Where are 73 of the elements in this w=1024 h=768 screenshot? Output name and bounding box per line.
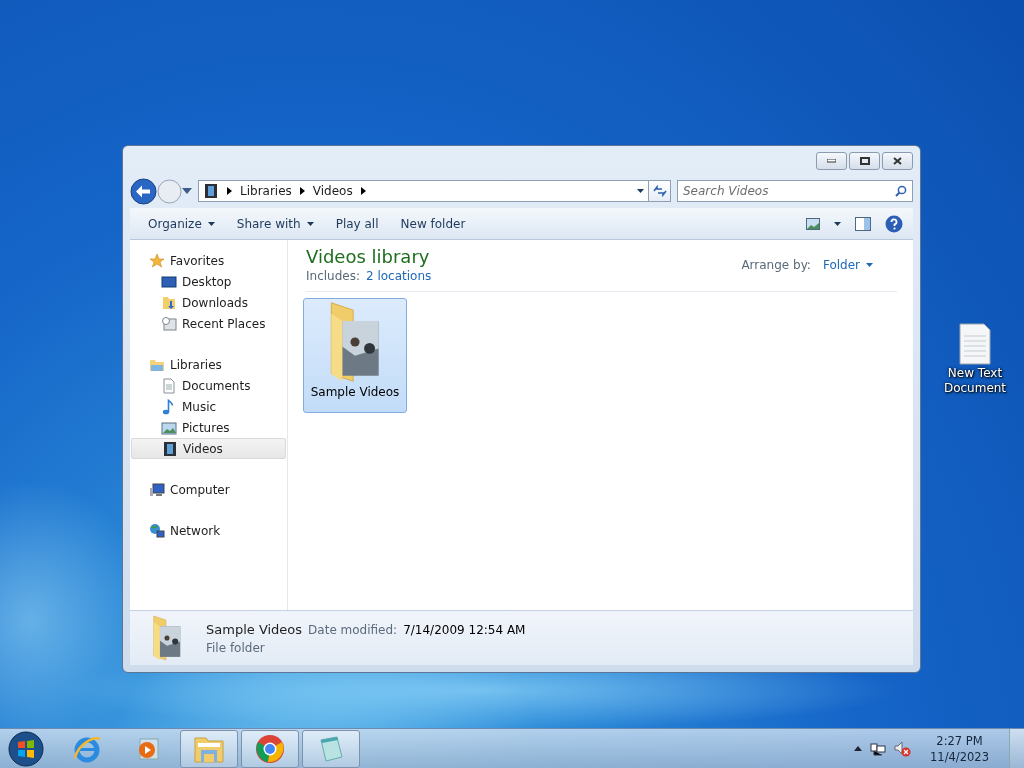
- chrome-icon[interactable]: [255, 733, 285, 764]
- minimize-icon: [827, 159, 836, 163]
- locations-link[interactable]: 2 locations: [366, 269, 432, 283]
- star-icon: [149, 252, 165, 269]
- chevron-icon: [227, 187, 232, 195]
- toolbar-button[interactable]: Organize: [140, 212, 223, 235]
- help-icon[interactable]: [885, 214, 903, 233]
- date-modified-label: Date modified:: [308, 622, 398, 637]
- date-modified-value: 7/14/2009 12:54 AM: [403, 622, 526, 637]
- back-button[interactable]: [130, 177, 157, 205]
- includes-label: Includes:: [306, 269, 360, 283]
- address-bar[interactable]: Libraries Videos: [198, 180, 649, 202]
- nav-item[interactable]: Desktop: [131, 271, 286, 292]
- nav-item[interactable]: Documents: [131, 375, 286, 396]
- caret-icon: [207, 221, 215, 226]
- toolbar-button[interactable]: Play all: [327, 212, 387, 235]
- show-desktop-button[interactable]: [1009, 728, 1024, 768]
- breadcrumb-item[interactable]: Videos: [312, 184, 353, 198]
- chevron-icon: [299, 187, 305, 195]
- folder-icon: [161, 294, 177, 311]
- recent-pages-caret-icon[interactable]: [182, 188, 192, 194]
- arrange-dropdown[interactable]: Folder: [822, 258, 873, 272]
- breadcrumb-item[interactable]: Libraries: [240, 184, 292, 198]
- desktop-icon-label[interactable]: New Text Document: [942, 366, 1008, 396]
- close-button[interactable]: [882, 152, 913, 170]
- view-icon[interactable]: [806, 217, 820, 230]
- network-icon: [149, 522, 165, 539]
- search-field[interactable]: Search Videos: [677, 180, 913, 202]
- computer-icon: [149, 481, 165, 498]
- chevron-icon: [360, 187, 366, 195]
- picture-icon: [161, 419, 177, 436]
- document-icon: [161, 377, 177, 394]
- monitor-icon: [161, 273, 177, 290]
- taskbar-button[interactable]: [302, 729, 360, 768]
- film-icon: [203, 183, 219, 199]
- nav-item[interactable]: Recent Places: [131, 313, 286, 334]
- show-hidden-icons-icon[interactable]: [854, 746, 863, 751]
- folder-item[interactable]: Sample Videos: [303, 298, 407, 413]
- recent-places-icon: [161, 315, 177, 332]
- start-button[interactable]: [6, 728, 46, 768]
- nav-item[interactable]: Downloads: [131, 292, 286, 313]
- nav-item[interactable]: Pictures: [131, 417, 286, 438]
- text-document-icon[interactable]: [958, 322, 992, 366]
- film-icon: [162, 440, 178, 457]
- maximize-icon: [859, 157, 870, 165]
- preview-pane-icon[interactable]: [855, 216, 871, 231]
- toolbar-button[interactable]: Share with: [228, 212, 322, 235]
- taskbar-button[interactable]: [180, 729, 238, 768]
- refresh-button[interactable]: [649, 180, 671, 202]
- taskbar-button[interactable]: [241, 729, 299, 768]
- file-name: Sample Videos: [206, 621, 303, 637]
- network-icon[interactable]: [870, 741, 887, 756]
- nav-item[interactable]: Network: [131, 520, 286, 541]
- caret-icon: [866, 263, 873, 267]
- nav-item[interactable]: Favorites: [131, 250, 286, 271]
- view-caret-icon: [834, 221, 841, 226]
- volume-muted-icon[interactable]: [894, 740, 913, 757]
- clock-time[interactable]: 2:27 PM: [936, 732, 983, 749]
- nav-item[interactable]: Computer: [131, 479, 286, 500]
- maximize-button[interactable]: [849, 152, 880, 170]
- nav-item[interactable]: Videos: [131, 438, 286, 459]
- file-type: File folder: [206, 640, 266, 655]
- arrange-label: Arrange by:: [741, 258, 811, 272]
- search-icon: [895, 185, 907, 197]
- library-title: Videos library: [306, 246, 431, 267]
- nav-item[interactable]: Libraries: [131, 354, 286, 375]
- clock-date[interactable]: 11/4/2023: [930, 748, 989, 765]
- caret-icon: [306, 221, 314, 226]
- close-icon: [893, 157, 902, 165]
- dropdown-caret-icon: [637, 189, 644, 193]
- toolbar-button[interactable]: New folder: [392, 212, 474, 235]
- refresh-icon: [652, 185, 667, 197]
- nav-item[interactable]: Music: [131, 396, 286, 417]
